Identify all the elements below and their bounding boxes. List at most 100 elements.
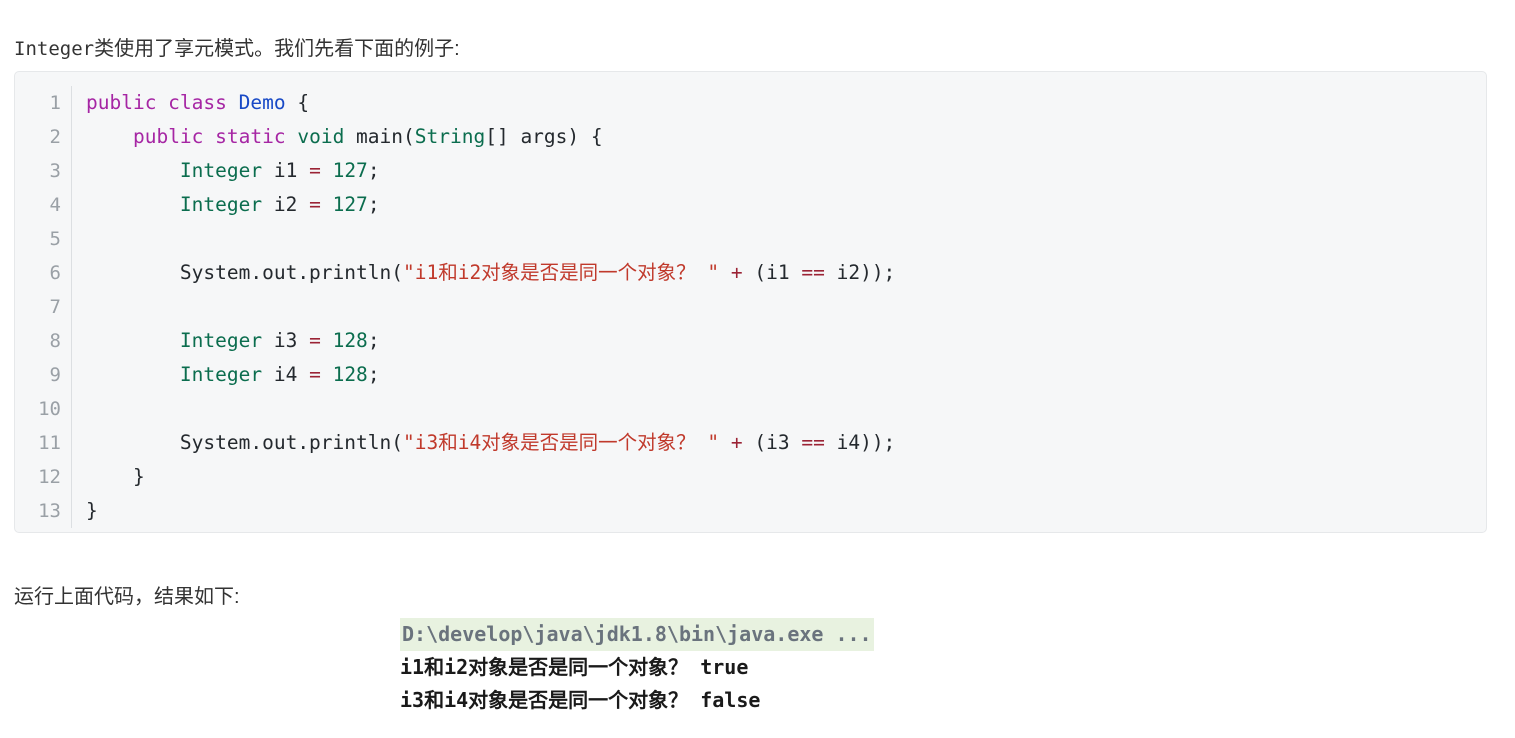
console-line-wrapper: i1和i2对象是否是同一个对象？ true xyxy=(400,651,874,684)
code-token-op: = xyxy=(309,363,321,386)
code-line: 1 public class Demo { xyxy=(15,86,1486,120)
code-token-pln: } xyxy=(86,499,98,522)
code-line: 12 } xyxy=(15,460,1486,494)
code-token-pln: ; xyxy=(367,159,380,182)
code-token-type: Integer xyxy=(179,159,263,182)
code-token-op: == xyxy=(801,431,825,454)
code-line: 4 Integer i2 = 127; xyxy=(15,188,1486,222)
code-line: 7 xyxy=(15,290,1486,324)
code-token-op: = xyxy=(309,329,321,352)
code-token-pln: ; xyxy=(367,363,380,386)
code-token-op: = xyxy=(309,159,321,182)
code-token-op: + xyxy=(730,431,743,454)
code-token-pln: i4)); xyxy=(824,431,896,454)
line-number: 1 xyxy=(49,92,61,114)
inline-code-integer: Integer xyxy=(14,38,95,60)
code-token-pln xyxy=(86,193,180,216)
code-token-pln xyxy=(321,329,333,352)
code-token-type: Integer xyxy=(179,363,263,386)
code-token-pln xyxy=(86,363,180,386)
code-token-pln: i1 xyxy=(262,159,310,182)
line-number: 11 xyxy=(38,432,61,454)
console-command-line: D:\develop\java\jdk1.8\bin\java.exe ... xyxy=(400,618,874,651)
code-token-type: void xyxy=(297,125,345,148)
code-token-pln: System.out.println( xyxy=(179,261,403,284)
code-token-pln: ; xyxy=(367,193,380,216)
code-token-pln xyxy=(86,125,133,148)
code-token-op: == xyxy=(801,261,825,284)
code-line-text: System.out.println("i3和i4对象是否是同一个对象？ " +… xyxy=(72,426,895,460)
line-number: 2 xyxy=(49,126,61,148)
code-block[interactable]: 1 public class Demo {2 public static void… xyxy=(14,71,1487,533)
code-line-text: public class Demo { xyxy=(72,86,309,120)
code-token-pln: (i1 xyxy=(742,261,802,284)
code-line-text: Integer i2 = 127; xyxy=(72,188,380,222)
code-token-type: Integer xyxy=(179,193,263,216)
gutter-divider xyxy=(71,222,72,256)
code-token-kw: public class xyxy=(86,91,239,114)
code-line: 3 Integer i1 = 127; xyxy=(15,154,1486,188)
gutter-divider xyxy=(71,392,72,426)
code-token-type: String xyxy=(414,125,486,148)
code-line: 10 xyxy=(15,392,1486,426)
line-number: 3 xyxy=(49,160,61,182)
code-token-pln xyxy=(719,261,731,284)
code-token-num: 128 xyxy=(332,363,368,386)
code-token-pln: System.out.println( xyxy=(179,431,403,454)
code-token-pln xyxy=(321,159,333,182)
code-token-pln xyxy=(86,431,180,454)
code-token-pln: (i3 xyxy=(742,431,802,454)
intro-paragraph: Integer类使用了享元模式。我们先看下面的例子: xyxy=(14,32,460,66)
line-number: 6 xyxy=(49,262,61,284)
intro-paragraph-text: 类使用了享元模式。我们先看下面的例子: xyxy=(94,38,460,60)
gutter-divider xyxy=(71,290,72,324)
code-line: 8 Integer i3 = 128; xyxy=(15,324,1486,358)
code-token-type: Integer xyxy=(179,329,263,352)
code-token-pln: } xyxy=(86,465,145,488)
code-line: 11 System.out.println("i3和i4对象是否是同一个对象？ … xyxy=(15,426,1486,460)
console-output: D:\develop\java\jdk1.8\bin\java.exe ... i… xyxy=(400,618,874,717)
line-number: 10 xyxy=(38,398,61,420)
run-result-paragraph: 运行上面代码，结果如下: xyxy=(14,586,240,608)
code-token-pln xyxy=(719,431,731,454)
line-number: 13 xyxy=(38,500,61,522)
line-number: 4 xyxy=(49,194,61,216)
code-token-pln: i4 xyxy=(262,363,310,386)
code-token-pln xyxy=(321,193,333,216)
code-token-pln xyxy=(86,329,180,352)
code-token-str: "i1和i2对象是否是同一个对象？ " xyxy=(402,261,720,284)
line-number: 12 xyxy=(38,466,61,488)
console-output-line: i1和i2对象是否是同一个对象？ true xyxy=(400,655,749,679)
code-line-text: } xyxy=(72,460,145,494)
code-line-text: Integer i4 = 128; xyxy=(72,358,380,392)
line-number: 5 xyxy=(49,228,61,250)
code-token-pln: ; xyxy=(367,329,380,352)
code-token-pln: [] args) { xyxy=(485,125,603,148)
code-token-str: "i3和i4对象是否是同一个对象？ " xyxy=(402,431,720,454)
code-token-pln xyxy=(86,159,180,182)
code-token-kw: public static xyxy=(132,125,298,148)
code-token-pln: i3 xyxy=(262,329,310,352)
code-token-pln: { xyxy=(285,91,310,114)
line-number: 9 xyxy=(49,364,61,386)
code-line-text: } xyxy=(72,494,98,528)
code-line: 5 xyxy=(15,222,1486,256)
code-line-text: System.out.println("i1和i2对象是否是同一个对象？ " +… xyxy=(72,256,895,290)
code-token-pln xyxy=(86,261,180,284)
code-token-pln: i2)); xyxy=(824,261,896,284)
line-number: 8 xyxy=(49,330,61,352)
article-page: Integer类使用了享元模式。我们先看下面的例子: 1 public class… xyxy=(0,0,1515,738)
code-token-op: = xyxy=(309,193,321,216)
console-line-wrapper: D:\develop\java\jdk1.8\bin\java.exe ... xyxy=(400,618,874,651)
code-line: 6 System.out.println("i1和i2对象是否是同一个对象？ "… xyxy=(15,256,1486,290)
code-token-pln xyxy=(321,363,333,386)
code-line: 2 public static void main(String[] args)… xyxy=(15,120,1486,154)
line-number: 7 xyxy=(49,296,61,318)
code-lines-container: 1 public class Demo {2 public static void… xyxy=(15,72,1486,532)
code-token-num: 128 xyxy=(332,329,368,352)
code-token-num: 127 xyxy=(332,193,368,216)
code-line: 13} xyxy=(15,494,1486,528)
code-token-pln: main( xyxy=(344,125,415,148)
code-token-pln: i2 xyxy=(262,193,310,216)
code-token-op: + xyxy=(730,261,743,284)
